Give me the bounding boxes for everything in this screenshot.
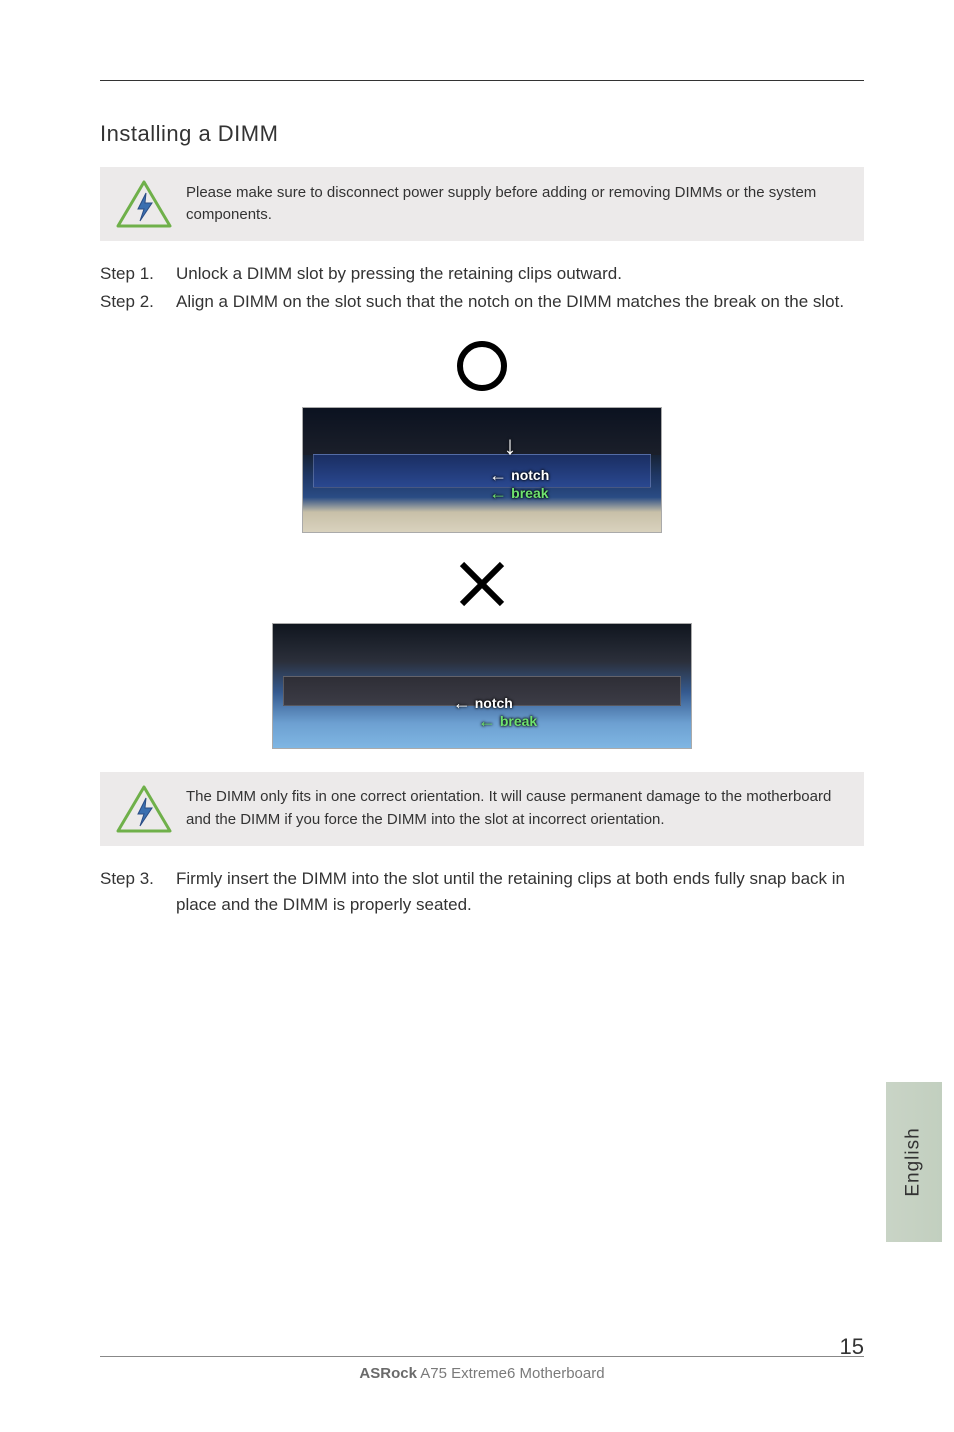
page-number: 15: [840, 1334, 864, 1360]
warning-icon: [114, 177, 174, 231]
incorrect-mark-icon: [452, 556, 512, 617]
step-label: Step 1.: [100, 261, 176, 287]
step-1: Step 1. Unlock a DIMM slot by pressing t…: [100, 261, 864, 287]
language-tab: English: [886, 1082, 942, 1242]
callout-warning-orientation: The DIMM only fits in one correct orient…: [100, 772, 864, 846]
top-divider: [100, 80, 864, 81]
break-label: ←break: [489, 484, 548, 502]
step-label: Step 3.: [100, 866, 176, 919]
warning-icon: [114, 782, 174, 836]
notch-label: ←notch: [489, 466, 549, 484]
step-body: Unlock a DIMM slot by pressing the retai…: [176, 261, 864, 287]
step-3: Step 3. Firmly insert the DIMM into the …: [100, 866, 864, 919]
dimm-incorrect-photo: ←notch ←break: [272, 623, 692, 749]
footer-divider: [100, 1356, 864, 1357]
arrow-down-icon: ↓: [503, 430, 516, 461]
dimm-figure: ↓ ←notch ←break ←notch ←break: [100, 336, 864, 754]
callout-text: Please make sure to disconnect power sup…: [174, 182, 850, 227]
callout-warning-power: Please make sure to disconnect power sup…: [100, 167, 864, 241]
language-label: English: [903, 1127, 925, 1196]
page-footer: 15 ASRock A75 Extreme6 Motherboard: [100, 1356, 864, 1382]
dimm-correct-photo: ↓ ←notch ←break: [302, 407, 662, 533]
footer-brand: ASRock A75 Extreme6 Motherboard: [100, 1365, 864, 1382]
notch-label: ←notch: [453, 694, 513, 712]
step-2: Step 2. Align a DIMM on the slot such th…: [100, 289, 864, 315]
callout-text: The DIMM only fits in one correct orient…: [174, 786, 850, 831]
step-label: Step 2.: [100, 289, 176, 315]
step-body: Firmly insert the DIMM into the slot unt…: [176, 866, 864, 919]
break-label: ←break: [478, 712, 537, 730]
step-body: Align a DIMM on the slot such that the n…: [176, 289, 864, 315]
correct-mark-icon: [450, 336, 514, 401]
section-title: Installing a DIMM: [100, 121, 864, 147]
